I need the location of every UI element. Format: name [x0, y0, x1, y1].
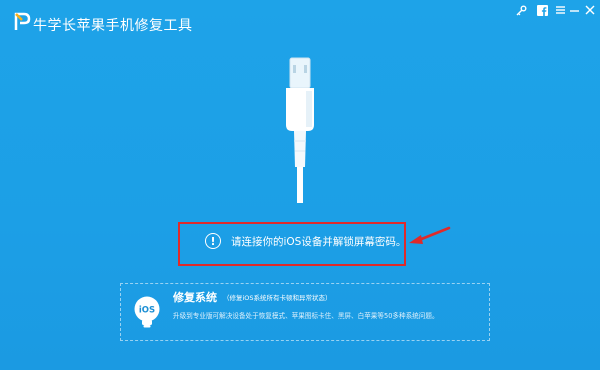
- title-bar: 牛学长苹果手机修复工具: [0, 0, 600, 40]
- ios-bulb-icon: iOS: [134, 296, 160, 328]
- repair-note: （修复iOS系统所有卡顿和异常状态）: [223, 294, 332, 302]
- prompt-text: 请连接你的iOS设备并解锁屏幕密码。: [231, 235, 407, 248]
- key-icon[interactable]: [514, 3, 528, 17]
- close-icon[interactable]: [583, 3, 597, 17]
- red-arrow-icon: [409, 226, 451, 244]
- repair-description: 升级到专业版可解决设备处于恢复模式、苹果图标卡住、黑屏、白苹果等50多种系统问题…: [173, 312, 439, 320]
- app-logo: [14, 12, 31, 30]
- connect-device-prompt: ! 请连接你的iOS设备并解锁屏幕密码。: [205, 233, 406, 249]
- app-title: 牛学长苹果手机修复工具: [33, 18, 193, 34]
- alert-icon: !: [205, 233, 221, 249]
- facebook-icon[interactable]: [535, 3, 549, 17]
- menu-icon[interactable]: [553, 3, 567, 17]
- repair-title: 修复系统: [173, 291, 217, 304]
- minimize-icon[interactable]: [567, 3, 581, 17]
- lightning-cable-icon: [286, 57, 314, 203]
- app-window: 牛学长苹果手机修复工具 ! 请连接你的iOS设备并解锁屏幕密码。 iOS 修复系…: [0, 0, 600, 370]
- ios-badge-text: iOS: [139, 306, 155, 316]
